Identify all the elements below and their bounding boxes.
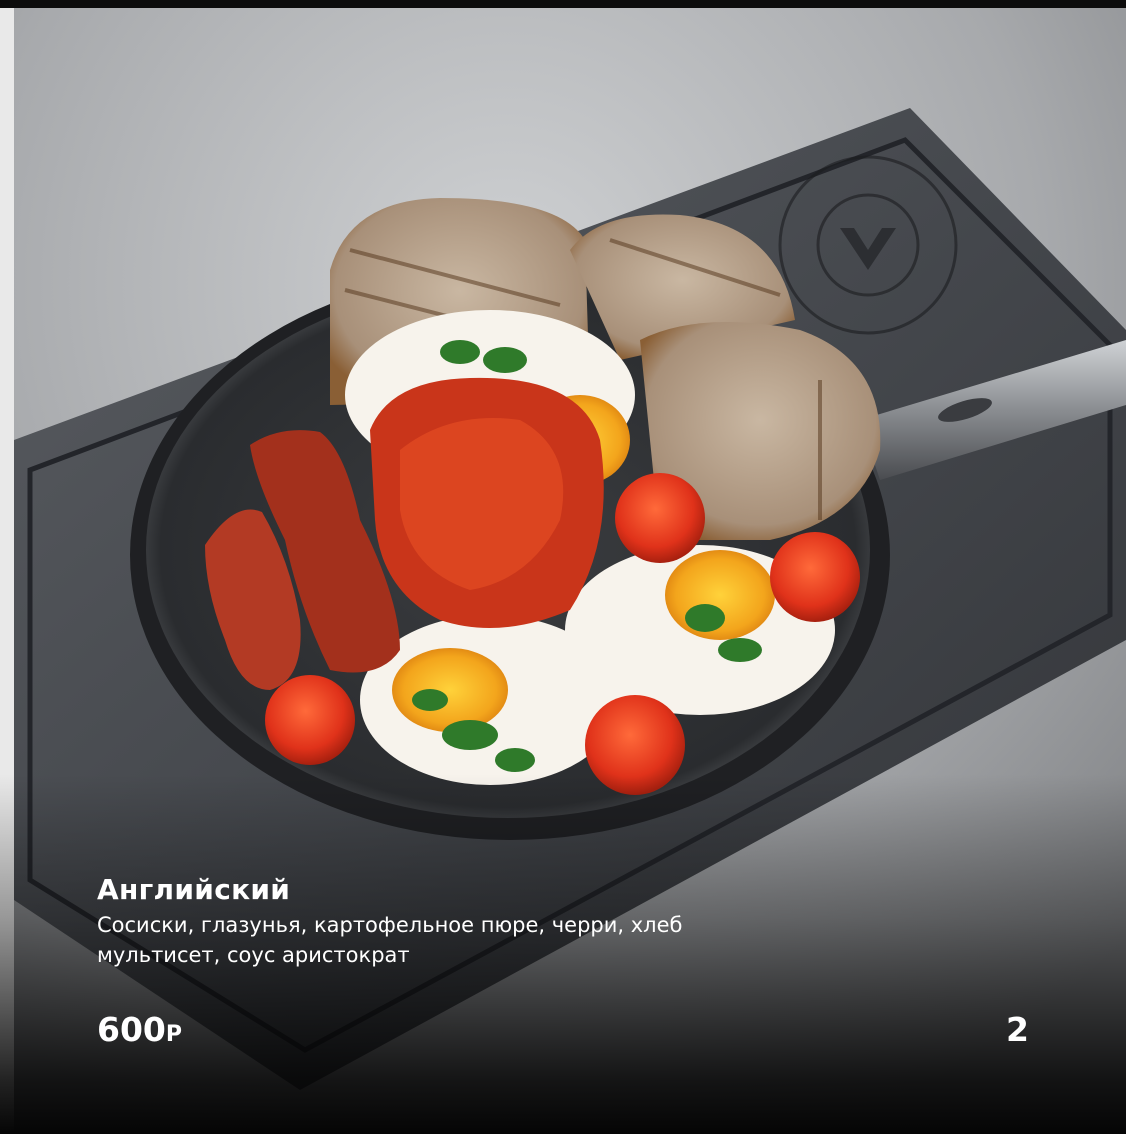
dish-price: 600Р [97, 1010, 182, 1055]
menu-card: Английский Сосиски, глазунья, картофельн… [0, 0, 1126, 1134]
price-currency: Р [165, 1022, 183, 1047]
price-value: 600 [97, 1010, 166, 1049]
top-bar [0, 0, 1126, 8]
quantity-counter: 2 [1006, 1010, 1029, 1049]
dish-caption: Английский Сосиски, глазунья, картофельн… [97, 870, 737, 970]
dish-title: Английский [97, 873, 291, 906]
dish-description: Сосиски, глазунья, картофельное пюре, че… [97, 913, 683, 967]
